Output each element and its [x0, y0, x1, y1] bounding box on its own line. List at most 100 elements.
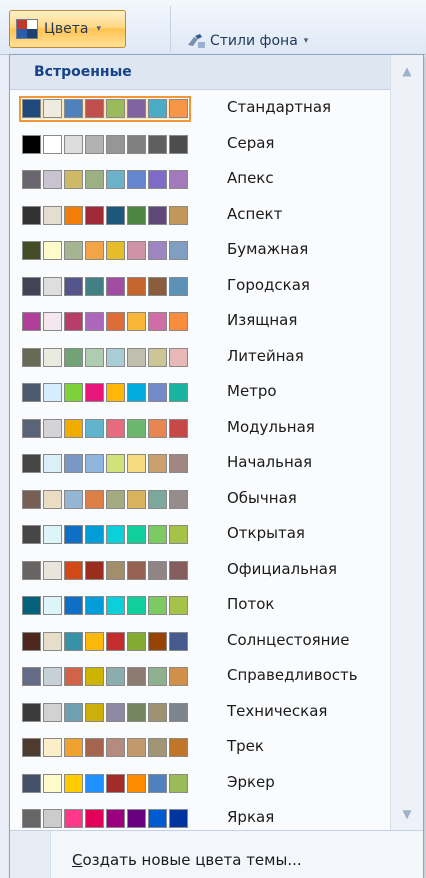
- theme-color-option[interactable]: Метро: [16, 376, 389, 409]
- gallery-scrollbar[interactable]: ▲ ▼: [390, 55, 423, 830]
- color-swatch: [169, 99, 188, 118]
- footer-icon-gutter: [10, 831, 51, 878]
- color-swatch: [22, 170, 41, 189]
- color-swatch: [64, 347, 83, 367]
- color-swatch: [169, 418, 188, 438]
- mnemonic-letter: С: [72, 851, 83, 869]
- chevron-down-icon: ▾: [303, 36, 309, 46]
- color-swatch: [148, 276, 167, 296]
- color-swatch: [43, 454, 62, 473]
- chevron-down-icon: ▾: [96, 24, 101, 34]
- theme-color-option[interactable]: Начальная: [16, 447, 389, 480]
- theme-color-option[interactable]: Модульная: [16, 412, 389, 445]
- theme-color-label: Аспект: [227, 204, 283, 223]
- theme-color-option[interactable]: Открытая: [16, 518, 389, 551]
- theme-color-label: Стандартная: [227, 98, 332, 116]
- color-swatch: [169, 809, 188, 828]
- color-swatch: [169, 667, 188, 686]
- color-swatch: [22, 99, 41, 118]
- theme-color-option[interactable]: Литейная: [16, 341, 389, 374]
- color-swatch: [85, 667, 104, 686]
- theme-color-option[interactable]: Трек: [16, 731, 389, 764]
- theme-color-label: Техническая: [227, 701, 328, 720]
- color-swatch-strip: [22, 560, 188, 581]
- color-swatch: [106, 418, 125, 438]
- color-swatch: [106, 560, 125, 580]
- theme-color-option[interactable]: Техническая: [16, 696, 389, 729]
- color-swatch: [22, 596, 41, 615]
- color-swatch: [64, 276, 83, 296]
- theme-color-option[interactable]: Эркер: [16, 767, 389, 800]
- background-styles-button[interactable]: Стили фона ▾: [186, 30, 308, 52]
- theme-color-option[interactable]: Обычная: [16, 483, 389, 516]
- color-swatch: [85, 702, 104, 722]
- color-swatch: [22, 489, 41, 509]
- theme-color-option[interactable]: Бумажная: [16, 234, 389, 267]
- color-swatch: [127, 489, 146, 509]
- scroll-down-arrow-icon[interactable]: ▼: [391, 800, 423, 828]
- color-swatch: [85, 134, 104, 154]
- color-swatch: [169, 525, 188, 544]
- theme-color-option[interactable]: Апекс: [16, 163, 389, 196]
- color-swatch: [106, 241, 125, 260]
- color-swatch-strip: [22, 418, 188, 439]
- color-swatch-strip: [22, 773, 188, 794]
- color-swatch: [85, 383, 104, 402]
- color-swatch: [85, 347, 104, 367]
- scroll-up-arrow-icon[interactable]: ▲: [391, 57, 423, 85]
- color-swatch: [22, 134, 41, 154]
- color-swatch: [64, 205, 83, 225]
- color-swatch: [127, 418, 146, 438]
- dropdown-footer: Создать новые цвета темы...: [10, 830, 423, 878]
- color-swatch: [64, 241, 83, 260]
- theme-color-label: Официальная: [227, 559, 337, 578]
- color-swatch: [148, 525, 167, 544]
- color-swatch: [148, 773, 167, 793]
- color-swatch: [127, 773, 146, 793]
- color-swatch: [148, 596, 167, 615]
- color-swatch: [85, 809, 104, 828]
- color-swatch: [106, 525, 125, 544]
- color-swatch: [43, 560, 62, 580]
- color-swatch-strip: [22, 489, 188, 510]
- color-swatch-strip: [22, 134, 188, 155]
- color-swatch: [22, 560, 41, 580]
- color-swatch: [148, 347, 167, 367]
- theme-color-option[interactable]: Поток: [16, 589, 389, 622]
- color-swatch: [106, 702, 125, 722]
- theme-colors-button[interactable]: Цвета ▾: [9, 10, 126, 48]
- color-swatch-strip: [22, 276, 188, 297]
- theme-color-label: Апекс: [227, 169, 274, 187]
- color-swatch: [148, 241, 167, 260]
- color-swatch-strip: [22, 383, 188, 403]
- color-swatch-strip: [22, 631, 188, 652]
- color-swatch: [64, 312, 83, 331]
- create-new-theme-colors-link[interactable]: Создать новые цвета темы...: [72, 851, 302, 869]
- color-swatch: [106, 596, 125, 615]
- color-swatch: [169, 454, 188, 473]
- color-swatch: [64, 596, 83, 615]
- theme-color-option[interactable]: Изящная: [16, 305, 389, 338]
- theme-color-option[interactable]: Справедливость: [16, 660, 389, 693]
- color-swatch-strip: [22, 347, 188, 368]
- theme-color-option[interactable]: Официальная: [16, 554, 389, 587]
- color-swatch: [148, 667, 167, 686]
- theme-color-option[interactable]: Стандартная: [16, 92, 389, 125]
- color-swatch: [85, 418, 104, 438]
- theme-color-option[interactable]: Серая: [16, 128, 389, 161]
- color-swatch: [148, 312, 167, 331]
- color-swatch: [148, 170, 167, 189]
- color-swatch: [169, 631, 188, 651]
- theme-color-option[interactable]: Городская: [16, 270, 389, 303]
- color-swatch: [85, 560, 104, 580]
- color-swatch: [169, 276, 188, 296]
- color-swatch: [22, 418, 41, 438]
- color-swatch: [169, 347, 188, 367]
- color-swatch: [127, 347, 146, 367]
- theme-color-option[interactable]: Аспект: [16, 199, 389, 232]
- color-swatch: [148, 631, 167, 651]
- color-swatch: [127, 170, 146, 189]
- ribbon-separator: [170, 6, 171, 52]
- color-swatch: [43, 525, 62, 544]
- theme-color-option[interactable]: Солнцестояние: [16, 625, 389, 658]
